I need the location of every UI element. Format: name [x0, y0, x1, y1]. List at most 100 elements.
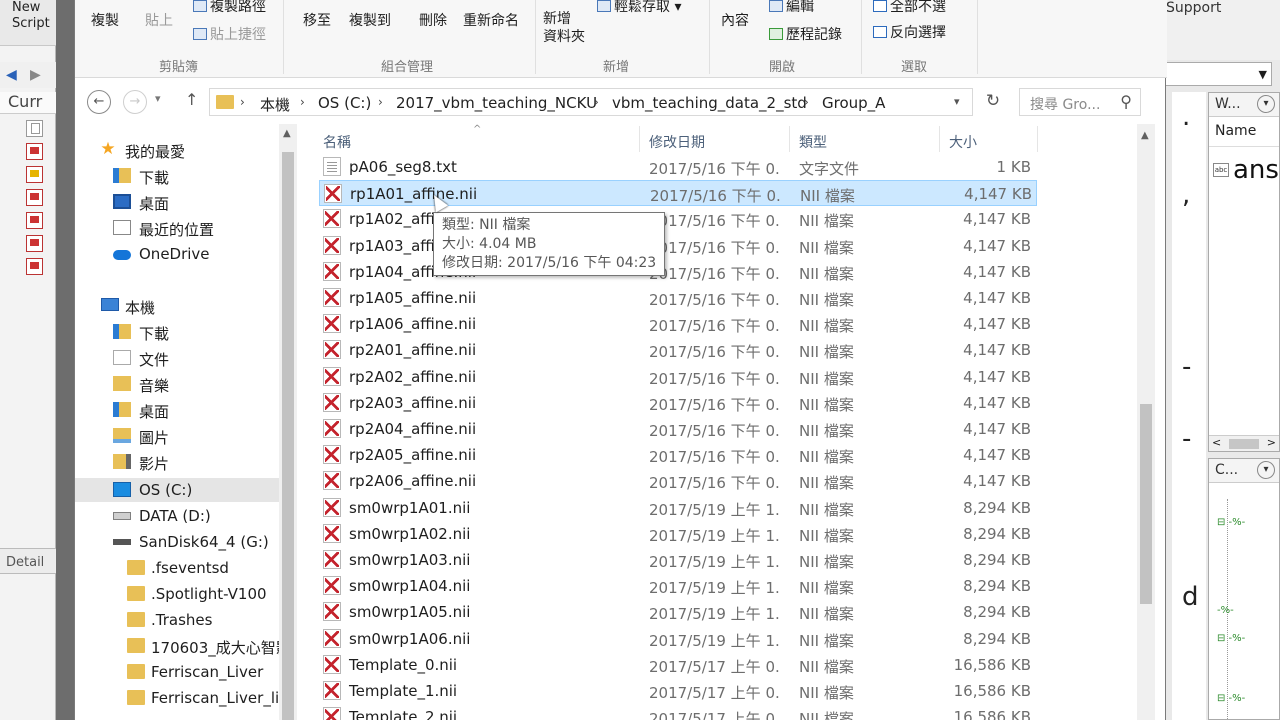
file-row[interactable]: pA06_seg8.txt 2017/5/16 下午 0... 文字文件 1 KB: [319, 154, 1037, 180]
back-arrow-icon[interactable]: ◀: [6, 67, 17, 83]
name-column-header[interactable]: Name: [1209, 117, 1279, 147]
breadcrumb-data-folder[interactable]: vbm_teaching_data_2_std: [612, 94, 807, 112]
column-divider[interactable]: [789, 126, 790, 152]
pane-menu-icon[interactable]: ▾: [1257, 461, 1275, 479]
breadcrumb-this-pc[interactable]: 本機: [260, 94, 290, 115]
file-list-scrollbar[interactable]: ▲: [1137, 124, 1155, 720]
file-row[interactable]: sm0wrp1A05.nii 2017/5/19 上午 1... NII 檔案 8,2…: [319, 599, 1037, 625]
column-header-name[interactable]: 名稱: [323, 132, 351, 152]
column-divider[interactable]: [1037, 126, 1038, 152]
back-button[interactable]: ←: [87, 90, 111, 114]
forward-button[interactable]: →: [123, 90, 147, 114]
nav-item-folder[interactable]: Ferriscan_Liver_ligl: [75, 686, 279, 710]
file-row[interactable]: rp1A05_affine.nii 2017/5/16 下午 0... NII 檔案…: [319, 285, 1037, 311]
file-icon[interactable]: [26, 120, 43, 137]
file-row[interactable]: rp2A06_affine.nii 2017/5/16 下午 0... NII 檔案…: [319, 468, 1037, 494]
address-bar[interactable]: › 本機 › OS (C:) › 2017_vbm_teaching_NCKU …: [209, 88, 973, 116]
invert-selection-button[interactable]: 反向選擇: [873, 22, 946, 42]
column-header-date[interactable]: 修改日期: [649, 132, 705, 152]
mri-file-icon[interactable]: [26, 189, 43, 206]
file-row[interactable]: Template_0.nii 2017/5/17 上午 0... NII 檔案 16,…: [319, 652, 1037, 678]
history-button[interactable]: 歷程記錄: [769, 24, 842, 44]
breadcrumb-separator-icon[interactable]: ›: [378, 95, 383, 109]
nav-item-data-drive[interactable]: DATA (D:): [75, 504, 279, 528]
nav-item-documents[interactable]: 文件: [75, 346, 279, 370]
pane-menu-icon[interactable]: ▾: [1257, 95, 1275, 113]
file-row[interactable]: rp2A04_affine.nii 2017/5/16 下午 0... NII 檔案…: [319, 416, 1037, 442]
file-row[interactable]: rp1A03_affine.nii 2017/5/16 下午 0... NII 檔案…: [319, 233, 1037, 259]
scrollbar-thumb[interactable]: [1140, 404, 1152, 604]
paste-button[interactable]: 貼上: [145, 10, 173, 30]
new-script-label[interactable]: New: [0, 0, 56, 16]
scrollbar-thumb[interactable]: [1229, 439, 1259, 449]
column-header-type[interactable]: 類型: [799, 132, 827, 152]
column-divider[interactable]: [939, 126, 940, 152]
properties-button[interactable]: 內容: [721, 10, 749, 30]
history-tree-node[interactable]: ⊟ -%-: [1217, 517, 1245, 528]
current-folder-tab[interactable]: Curr: [0, 92, 56, 114]
horizontal-scrollbar[interactable]: < >: [1209, 435, 1279, 451]
address-dropdown-icon[interactable]: ▾: [954, 95, 960, 108]
nav-item-onedrive[interactable]: OneDrive: [75, 242, 279, 266]
copy-button[interactable]: 複製: [91, 10, 119, 30]
search-input[interactable]: 搜尋 Gro... ⚲: [1019, 88, 1141, 116]
mri-file-icon[interactable]: [26, 212, 43, 229]
file-row[interactable]: Template_2.nii 2017/5/17 上午 0... NII 檔案 16,…: [319, 704, 1037, 720]
up-button[interactable]: ↑: [185, 90, 198, 109]
breadcrumb-separator-icon[interactable]: ›: [300, 95, 305, 109]
new-script-label-2[interactable]: Script: [0, 16, 56, 32]
file-row[interactable]: sm0wrp1A02.nii 2017/5/19 上午 1... NII 檔案 8,2…: [319, 521, 1037, 547]
nav-item-videos[interactable]: 影片: [75, 450, 279, 474]
paste-shortcut-button[interactable]: 貼上捷徑: [193, 24, 266, 44]
mri-file-icon[interactable]: [26, 235, 43, 252]
file-row[interactable]: rp1A04_affine.nii 2017/5/16 下午 0... NII 檔案…: [319, 259, 1037, 285]
refresh-icon[interactable]: ↻: [981, 90, 1005, 114]
scroll-left-icon[interactable]: <: [1212, 436, 1221, 449]
breadcrumb-current-folder[interactable]: Group_A: [822, 94, 885, 112]
nav-item-desktop[interactable]: 桌面: [75, 190, 279, 214]
file-row[interactable]: rp2A03_affine.nii 2017/5/16 下午 0... NII 檔案…: [319, 390, 1037, 416]
breadcrumb-separator-icon[interactable]: ›: [804, 95, 809, 109]
file-row[interactable]: sm0wrp1A04.nii 2017/5/19 上午 1... NII 檔案 8,2…: [319, 573, 1037, 599]
file-row[interactable]: sm0wrp1A03.nii 2017/5/19 上午 1... NII 檔案 8,2…: [319, 547, 1037, 573]
nav-item-folder[interactable]: .fseventsd: [75, 556, 279, 580]
breadcrumb-separator-icon[interactable]: ›: [240, 95, 245, 109]
mri-file-icon[interactable]: [26, 258, 43, 275]
history-tree-node[interactable]: -%-: [1217, 605, 1234, 616]
edit-button[interactable]: 編輯: [769, 0, 814, 16]
file-row[interactable]: rp2A01_affine.nii 2017/5/16 下午 0... NII 檔案…: [319, 337, 1037, 363]
nav-item-downloads[interactable]: 下載: [75, 320, 279, 344]
nav-item-pictures[interactable]: 圖片: [75, 424, 279, 448]
nav-item-favorites[interactable]: ★ 我的最愛: [75, 138, 279, 162]
file-row[interactable]: rp1A06_affine.nii 2017/5/16 下午 0... NII 檔案…: [319, 311, 1037, 337]
scroll-up-icon[interactable]: ▲: [283, 128, 291, 139]
background-dropdown[interactable]: ▼: [1162, 62, 1272, 86]
file-row[interactable]: sm0wrp1A01.nii 2017/5/19 上午 1... NII 檔案 8,2…: [319, 495, 1037, 521]
mri-file-icon[interactable]: [26, 143, 43, 160]
breadcrumb-project-folder[interactable]: 2017_vbm_teaching_NCKU: [396, 94, 597, 112]
file-row[interactable]: sm0wrp1A06.nii 2017/5/19 上午 1... NII 檔案 8,2…: [319, 626, 1037, 652]
scrollbar-thumb[interactable]: [282, 152, 294, 720]
forward-arrow-icon[interactable]: ▶: [30, 67, 41, 83]
breadcrumb-separator-icon[interactable]: ›: [594, 95, 599, 109]
move-to-button[interactable]: 移至: [303, 10, 331, 30]
nav-item-desktop-folder[interactable]: 桌面: [75, 398, 279, 422]
breadcrumb-os-drive[interactable]: OS (C:): [318, 94, 371, 112]
file-row[interactable]: Template_1.nii 2017/5/17 上午 0... NII 檔案 16,…: [319, 678, 1037, 704]
scroll-up-icon[interactable]: ▲: [1141, 130, 1149, 141]
file-row[interactable]: rp1A01_affine.nii 2017/5/16 下午 0... NII 檔案…: [319, 180, 1037, 207]
nav-item-usb-drive[interactable]: SanDisk64_4 (G:): [75, 530, 279, 554]
grid-file-icon[interactable]: [26, 166, 43, 183]
nav-item-folder[interactable]: 170603_成大心智影: [75, 634, 279, 658]
column-header-size[interactable]: 大小: [949, 132, 977, 152]
nav-item-downloads[interactable]: 下載: [75, 164, 279, 188]
nav-item-music[interactable]: 音樂: [75, 372, 279, 396]
new-folder-button[interactable]: 新增 資料夾: [543, 10, 585, 46]
scroll-right-icon[interactable]: >: [1267, 436, 1276, 449]
nav-item-this-pc[interactable]: 本機: [75, 294, 279, 318]
rename-button[interactable]: 重新命名: [463, 10, 519, 30]
nav-item-folder[interactable]: Ferriscan_Liver: [75, 660, 279, 684]
delete-button[interactable]: 刪除: [419, 10, 447, 30]
nav-item-folder[interactable]: .Trashes: [75, 608, 279, 632]
recent-locations-icon[interactable]: ▾: [155, 92, 161, 105]
